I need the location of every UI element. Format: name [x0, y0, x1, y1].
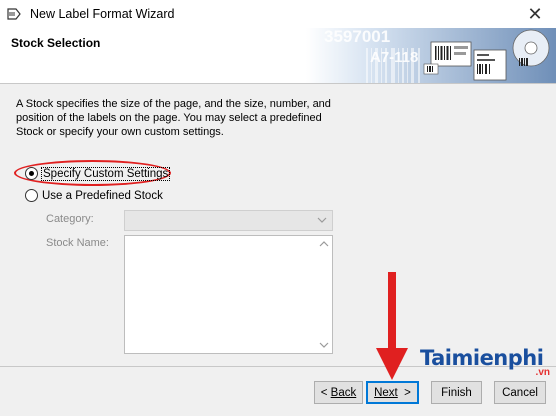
title-bar: New Label Format Wizard ✕	[0, 0, 556, 28]
category-label: Category:	[46, 213, 94, 225]
radio-use-predefined-stock[interactable]: Use a Predefined Stock	[25, 189, 163, 202]
back-arrow-glyph: <	[320, 386, 328, 399]
watermark-text: Taimienphi	[420, 346, 544, 370]
shipping-label-icon	[473, 49, 507, 81]
barcode-banner-image: 3597001 A7-118	[306, 28, 556, 83]
category-dropdown[interactable]	[124, 210, 333, 231]
back-label: Back	[330, 386, 357, 399]
next-button[interactable]: Next >	[366, 381, 419, 404]
window-title: New Label Format Wizard	[30, 7, 175, 21]
radio-label-predefined: Use a Predefined Stock	[42, 189, 163, 202]
site-watermark: Taimienphi .vn	[420, 340, 556, 378]
cancel-button[interactable]: Cancel	[494, 381, 546, 404]
back-button[interactable]: < Back	[314, 381, 363, 404]
next-label: Next	[374, 386, 398, 399]
cd-disc-icon	[512, 29, 550, 67]
banner-number-2: A7-118	[370, 49, 418, 66]
annotation-red-arrow	[376, 272, 408, 380]
page-title: Stock Selection	[11, 36, 101, 50]
scroll-down-icon[interactable]	[318, 339, 330, 351]
stock-name-label: Stock Name:	[46, 237, 109, 249]
next-arrow-glyph: >	[404, 386, 411, 399]
stock-description: A Stock specifies the size of the page, …	[16, 98, 331, 138]
watermark-suffix: .vn	[535, 367, 550, 378]
radio-button-predefined[interactable]	[25, 189, 38, 202]
finish-button[interactable]: Finish	[431, 381, 482, 404]
radio-specify-custom-settings[interactable]: Specify Custom Settings	[25, 166, 171, 181]
close-icon[interactable]: ✕	[524, 3, 546, 25]
stock-name-list[interactable]	[124, 235, 333, 354]
chevron-down-icon	[317, 217, 327, 223]
banner-number-1: 3597001	[324, 28, 390, 46]
radio-label-custom: Specify Custom Settings	[40, 166, 171, 181]
radio-button-custom[interactable]	[25, 167, 38, 180]
scroll-up-icon[interactable]	[318, 238, 330, 250]
wizard-app-icon	[6, 6, 22, 22]
wizard-header: Stock Selection 3597001 A7-118	[0, 28, 556, 84]
